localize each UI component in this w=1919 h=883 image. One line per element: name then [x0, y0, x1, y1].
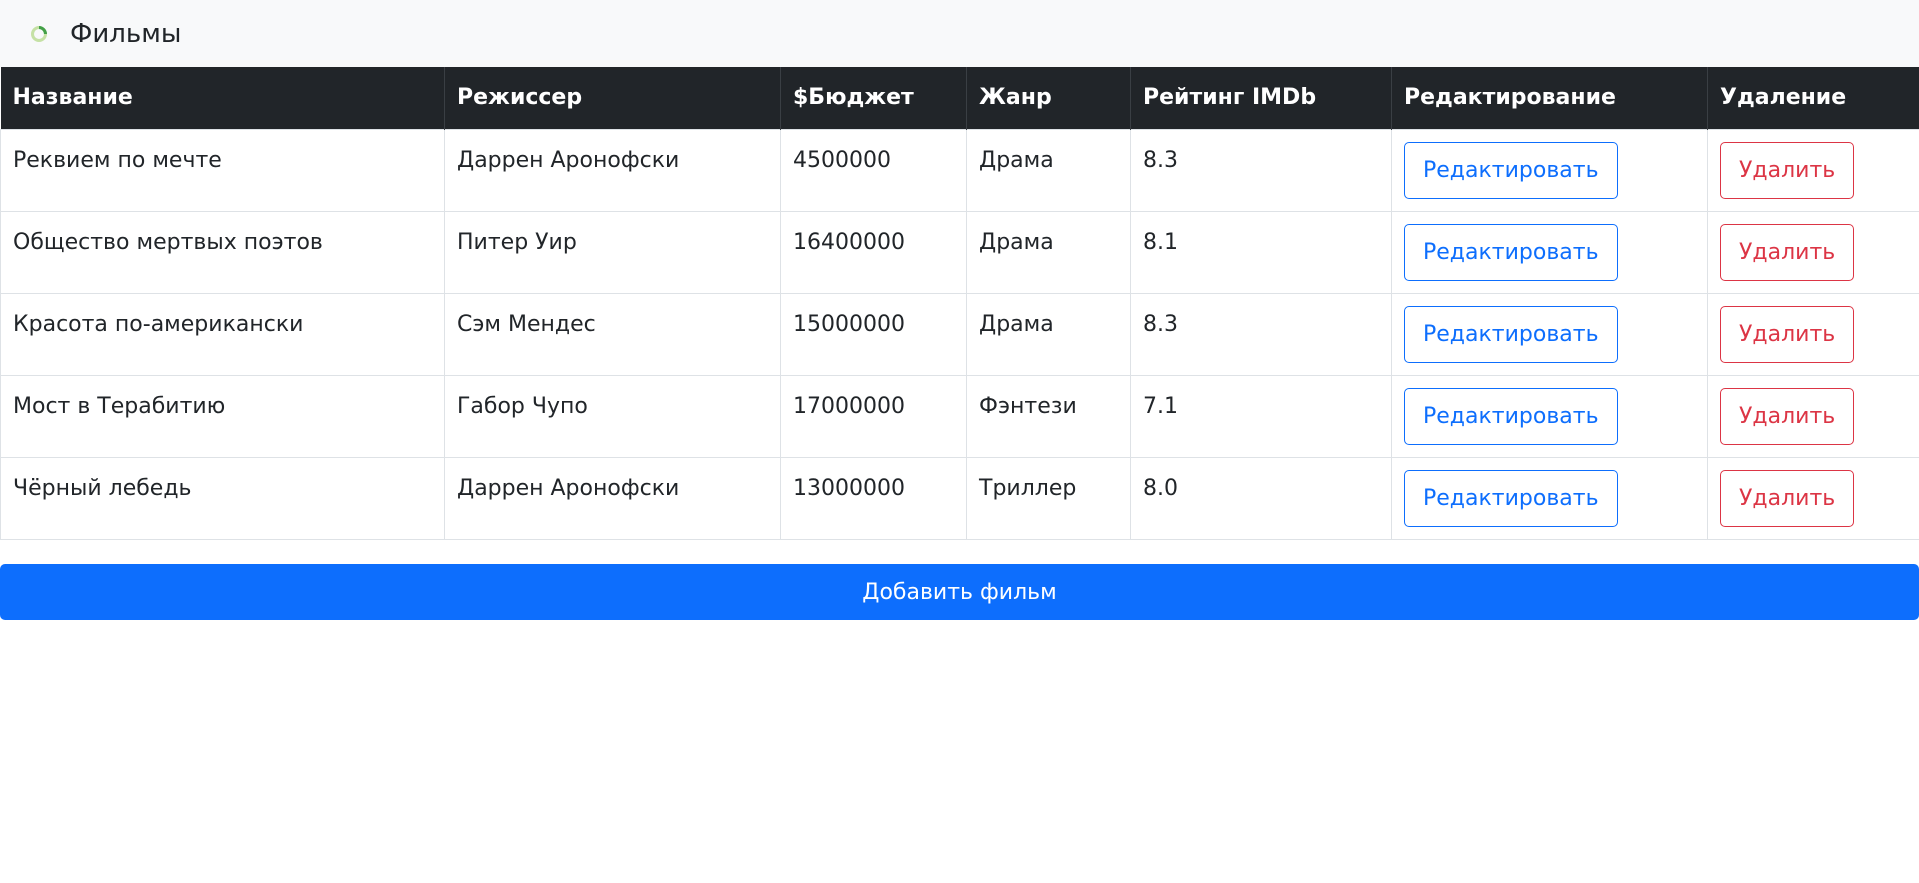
- cell-genre: Триллер: [966, 456, 1131, 540]
- cell-genre: Драма: [966, 210, 1131, 294]
- cell-budget: 16400000: [780, 210, 967, 294]
- cell-edit: Редактировать: [1391, 456, 1708, 540]
- page-title[interactable]: Фильмы: [70, 19, 181, 49]
- cell-title: Общество мертвых поэтов: [0, 210, 445, 294]
- column-header-rating: Рейтинг IMDb: [1130, 67, 1392, 129]
- cell-genre: Драма: [966, 128, 1131, 212]
- cell-title: Чёрный лебедь: [0, 456, 445, 540]
- cell-delete: Удалить: [1707, 374, 1919, 458]
- edit-button[interactable]: Редактировать: [1404, 469, 1618, 527]
- cell-budget: 17000000: [780, 374, 967, 458]
- delete-button[interactable]: Удалить: [1720, 141, 1855, 199]
- spinner-logo-icon: [30, 25, 48, 43]
- cell-rating: 8.0: [1130, 456, 1392, 540]
- cell-director: Даррен Аронофски: [444, 128, 781, 212]
- films-table: Название Режиссер $Бюджет Жанр Рейтинг I…: [0, 67, 1919, 540]
- cell-rating: 7.1: [1130, 374, 1392, 458]
- cell-edit: Редактировать: [1391, 292, 1708, 376]
- cell-genre: Драма: [966, 292, 1131, 376]
- cell-budget: 13000000: [780, 456, 967, 540]
- edit-button[interactable]: Редактировать: [1404, 223, 1618, 281]
- cell-rating: 8.3: [1130, 128, 1392, 212]
- delete-button[interactable]: Удалить: [1720, 305, 1855, 363]
- column-header-director: Режиссер: [444, 67, 781, 129]
- column-header-delete: Удаление: [1707, 67, 1919, 129]
- cell-edit: Редактировать: [1391, 374, 1708, 458]
- cell-edit: Редактировать: [1391, 210, 1708, 294]
- cell-genre: Фэнтези: [966, 374, 1131, 458]
- add-button-container: Добавить фильм: [0, 563, 1919, 620]
- table-row: Реквием по мечте Даррен Аронофски 450000…: [0, 128, 1919, 212]
- table-row: Красота по-американски Сэм Мендес 150000…: [0, 292, 1919, 376]
- cell-delete: Удалить: [1707, 292, 1919, 376]
- cell-delete: Удалить: [1707, 210, 1919, 294]
- column-header-edit: Редактирование: [1391, 67, 1708, 129]
- cell-title: Красота по-американски: [0, 292, 445, 376]
- add-film-button[interactable]: Добавить фильм: [0, 563, 1919, 620]
- table-row: Чёрный лебедь Даррен Аронофски 13000000 …: [0, 456, 1919, 540]
- cell-delete: Удалить: [1707, 128, 1919, 212]
- cell-director: Даррен Аронофски: [444, 456, 781, 540]
- table-row: Мост в Терабитию Габор Чупо 17000000 Фэн…: [0, 374, 1919, 458]
- edit-button[interactable]: Редактировать: [1404, 387, 1618, 445]
- cell-director: Сэм Мендес: [444, 292, 781, 376]
- cell-delete: Удалить: [1707, 456, 1919, 540]
- column-header-budget: $Бюджет: [780, 67, 967, 129]
- table-header-row: Название Режиссер $Бюджет Жанр Рейтинг I…: [0, 67, 1919, 129]
- navbar: Фильмы: [0, 0, 1919, 67]
- cell-title: Мост в Терабитию: [0, 374, 445, 458]
- cell-budget: 15000000: [780, 292, 967, 376]
- cell-title: Реквием по мечте: [0, 128, 445, 212]
- edit-button[interactable]: Редактировать: [1404, 141, 1618, 199]
- cell-edit: Редактировать: [1391, 128, 1708, 212]
- edit-button[interactable]: Редактировать: [1404, 305, 1618, 363]
- delete-button[interactable]: Удалить: [1720, 387, 1855, 445]
- column-header-genre: Жанр: [966, 67, 1131, 129]
- column-header-title: Название: [0, 67, 445, 129]
- delete-button[interactable]: Удалить: [1720, 223, 1855, 281]
- cell-budget: 4500000: [780, 128, 967, 212]
- cell-director: Габор Чупо: [444, 374, 781, 458]
- table-row: Общество мертвых поэтов Питер Уир 164000…: [0, 210, 1919, 294]
- cell-rating: 8.1: [1130, 210, 1392, 294]
- cell-rating: 8.3: [1130, 292, 1392, 376]
- cell-director: Питер Уир: [444, 210, 781, 294]
- delete-button[interactable]: Удалить: [1720, 469, 1855, 527]
